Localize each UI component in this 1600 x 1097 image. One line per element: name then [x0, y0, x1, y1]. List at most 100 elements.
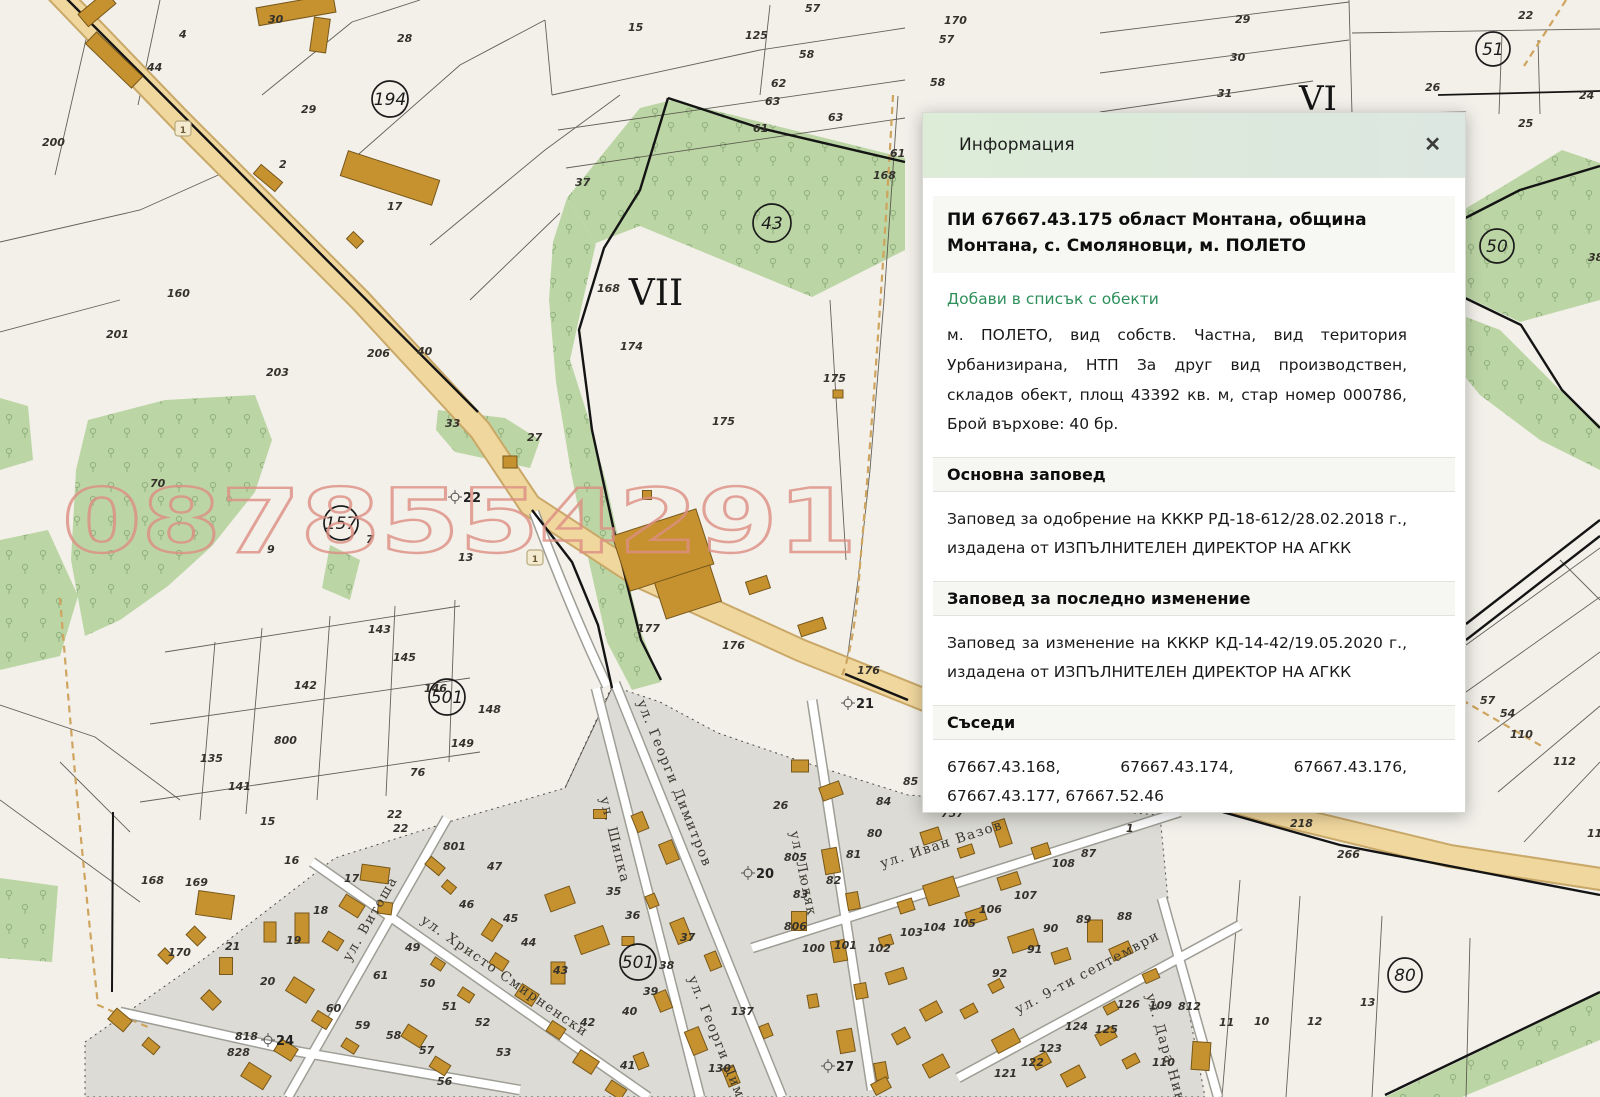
parcel-number: 61: [890, 147, 905, 160]
parcel-number: 149: [451, 737, 474, 750]
svg-text:20: 20: [756, 867, 774, 882]
parcel-number: 57: [805, 2, 821, 15]
parcel-number: 52: [475, 1016, 491, 1029]
parcel-number: 81: [846, 848, 861, 861]
parcel-number: 29: [301, 103, 317, 116]
parcel-number: 49: [404, 941, 421, 954]
parcel-number: 46: [458, 898, 475, 911]
watermark-layer: 0878554291: [62, 470, 857, 573]
parcel-number: 88: [1117, 910, 1133, 923]
svg-text:51: 51: [1482, 40, 1504, 60]
parcel-number: 126: [1117, 998, 1140, 1011]
section-main-order-title: Основна заповед: [933, 457, 1455, 492]
parcel-number: 100: [802, 942, 825, 955]
parcel-number: 40: [416, 345, 433, 358]
parcel-number: 62: [771, 77, 787, 90]
parcel-number: 91: [1027, 943, 1042, 956]
parcel-number: 18: [313, 904, 329, 917]
parcel-number: 125: [1095, 1023, 1118, 1036]
parcel-number: 818: [235, 1030, 258, 1043]
parcel-number: 4: [178, 28, 187, 41]
parcel-number: 104: [923, 921, 946, 934]
parcel-number: 20: [260, 975, 276, 988]
building: [807, 994, 819, 1009]
parcel-number: 168: [597, 282, 620, 295]
parcel-number: 174: [620, 340, 643, 353]
parcel-number: 22: [387, 808, 403, 821]
watermark-phone-number: 0878554291: [62, 470, 857, 573]
parcel-number: 17: [344, 872, 360, 885]
parcel-number: 110: [1510, 728, 1533, 741]
parcel-number: 44: [146, 61, 162, 74]
parcel-number: 45: [502, 912, 519, 925]
svg-text:50: 50: [1486, 237, 1508, 257]
parcel-number: 11: [1219, 1016, 1234, 1029]
parcel-number: 58: [930, 76, 946, 89]
parcel-number: 57: [1480, 694, 1496, 707]
section-neighbours-text: 67667.43.168, 67667.43.174, 67667.43.176…: [947, 753, 1407, 812]
parcel-number: 57: [939, 33, 955, 46]
svg-text:43: 43: [761, 214, 783, 234]
building: [846, 892, 861, 911]
building: [264, 922, 276, 942]
parcel-number: 812: [1178, 1000, 1201, 1013]
parcel-number: 828: [227, 1046, 250, 1059]
section-last-change-text: Заповед за изменение на КККР КД-14-42/19…: [947, 629, 1407, 688]
svg-text:501: 501: [622, 953, 654, 973]
parcel-number: 53: [496, 1046, 512, 1059]
building: [503, 456, 517, 468]
close-icon[interactable]: ✕: [1422, 133, 1443, 157]
parcel-number: 16: [284, 854, 300, 867]
parcel-number: 12: [1307, 1015, 1323, 1028]
parcel-number: 38: [659, 959, 675, 972]
svg-text:27: 27: [836, 1060, 854, 1075]
parcel-number: 76: [410, 766, 426, 779]
section-last-change-title: Заповед за последно изменение: [933, 581, 1455, 616]
parcel-number: 143: [368, 623, 391, 636]
parcel-number: 80: [867, 827, 883, 840]
parcel-number: 266: [1337, 848, 1360, 861]
parcel-number: 108: [1052, 857, 1075, 870]
parcel-number: 43: [552, 964, 569, 977]
parcel-number: 38: [1588, 251, 1600, 264]
parcel-number: 170: [168, 946, 191, 959]
parcel-number: 137: [731, 1005, 754, 1018]
parcel-number: 101: [834, 939, 857, 952]
parcel-number: 106: [979, 903, 1002, 916]
parcel-number: 801: [443, 840, 466, 853]
parcel-number: 141: [228, 780, 251, 793]
parcel-number: 57: [419, 1044, 435, 1057]
parcel-number: 102: [868, 942, 891, 955]
svg-text:194: 194: [374, 90, 406, 110]
parcel-number: 59: [355, 1019, 371, 1032]
parcel-number: 175: [823, 372, 846, 385]
parcel-number: 176: [857, 664, 880, 677]
svg-text:21: 21: [856, 697, 874, 712]
add-to-object-list-link[interactable]: Добави в списък с обекти: [947, 290, 1159, 308]
parcel-number: 41: [619, 1059, 635, 1072]
parcel-number: 30: [1230, 51, 1246, 64]
parcel-number: 22: [393, 822, 409, 835]
parcel-number: 90: [1043, 922, 1059, 935]
parcel-number: 33: [445, 417, 461, 430]
parcel-number: 63: [765, 95, 781, 108]
parcel-number: 2: [279, 158, 287, 171]
parcel-number: 26: [1425, 81, 1441, 94]
parcel-number: 17: [387, 200, 403, 213]
map-viewport[interactable]: 2001602012037097304442829217206403327131…: [0, 0, 1600, 1097]
parcel-number: 145: [393, 651, 416, 664]
parcel-number: 103: [900, 926, 923, 939]
parcel-number: 27: [527, 431, 543, 444]
parcel-number: 201: [106, 328, 129, 341]
svg-text:24: 24: [276, 1034, 294, 1049]
parcel-number: 122: [1021, 1056, 1044, 1069]
parcel-number: 203: [266, 366, 289, 379]
parcel-number: 24: [1579, 89, 1594, 102]
parcel-number: 168: [141, 874, 164, 887]
parcel-number: 13: [1360, 996, 1376, 1009]
parcel-number: 56: [437, 1075, 453, 1088]
parcel-number: 54: [1500, 707, 1515, 720]
parcel-number: 30: [268, 13, 284, 26]
parcel-number: 806: [784, 920, 807, 933]
parcel-number: 63: [828, 111, 844, 124]
